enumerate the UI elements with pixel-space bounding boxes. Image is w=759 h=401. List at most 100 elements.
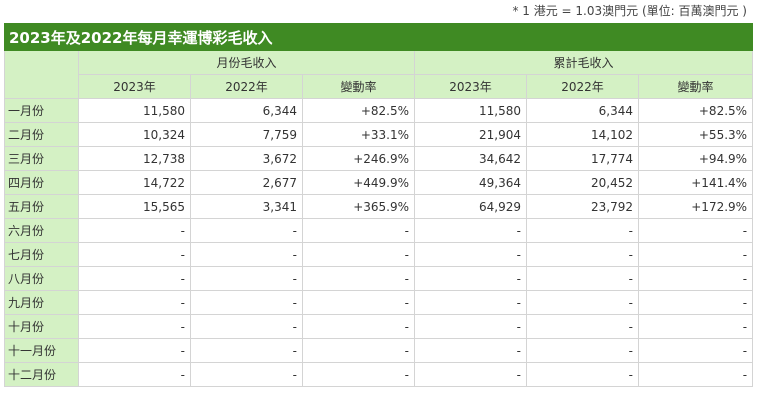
sub-header: 2022年	[526, 74, 639, 99]
table-row: 十月份 - - - - - -	[4, 314, 754, 339]
table-cell: -	[302, 290, 415, 315]
month-label: 十一月份	[4, 338, 79, 363]
table-cell: +82.5%	[302, 98, 415, 123]
table-cell: -	[637, 362, 754, 387]
table-cell: 6,344	[526, 98, 639, 123]
table-cell: -	[302, 314, 415, 339]
table-cell: -	[78, 242, 191, 267]
unit-note: * 1 港元 = 1.03澳門元 (單位: 百萬澳門元 )	[512, 4, 747, 18]
table-row: 八月份 - - - - - -	[4, 266, 754, 291]
table-cell: -	[302, 362, 415, 387]
table-cell: +141.4%	[637, 170, 754, 195]
table-row: 六月份 - - - - - -	[4, 218, 754, 243]
table-cell: 6,344	[190, 98, 303, 123]
table-cell: +172.9%	[637, 194, 754, 219]
table-cell: -	[526, 266, 639, 291]
table-cell: 14,102	[526, 122, 639, 147]
table-cell: -	[414, 290, 527, 315]
table-cell: +55.3%	[637, 122, 754, 147]
month-label: 九月份	[4, 290, 79, 315]
month-label: 四月份	[4, 170, 79, 195]
table-cell: +365.9%	[302, 194, 415, 219]
table-cell: -	[78, 314, 191, 339]
table-cell: -	[637, 242, 754, 267]
table-cell: 64,929	[414, 194, 527, 219]
revenue-table: 2023年及2022年每月幸運博彩毛收入 月份毛收入 累計毛收入 2023年 2…	[3, 23, 754, 387]
table-cell: -	[302, 266, 415, 291]
table-row: 九月份 - - - - - -	[4, 290, 754, 315]
table-cell: 3,341	[190, 194, 303, 219]
corner-cell	[4, 50, 79, 99]
table-cell: -	[78, 338, 191, 363]
table-cell: -	[526, 242, 639, 267]
table-cell: -	[78, 362, 191, 387]
table-cell: -	[190, 338, 303, 363]
table-cell: -	[526, 290, 639, 315]
month-label: 六月份	[4, 218, 79, 243]
table-cell: +449.9%	[302, 170, 415, 195]
month-label: 十月份	[4, 314, 79, 339]
table-cell: -	[414, 266, 527, 291]
sub-header: 2023年	[78, 74, 191, 99]
month-label: 二月份	[4, 122, 79, 147]
month-label: 一月份	[4, 98, 79, 123]
table-cell: 34,642	[414, 146, 527, 171]
table-row: 一月份 11,580 6,344 +82.5% 11,580 6,344 +82.5%	[4, 98, 754, 123]
table-row: 三月份 12,738 3,672 +246.9% 34,642 17,774 +94.9%	[4, 146, 754, 171]
table-cell: -	[637, 338, 754, 363]
table-cell: -	[637, 314, 754, 339]
table-cell: 14,722	[78, 170, 191, 195]
table-cell: -	[526, 338, 639, 363]
table-cell: +82.5%	[637, 98, 754, 123]
month-label: 五月份	[4, 194, 79, 219]
table-cell: -	[526, 314, 639, 339]
table-cell: -	[637, 266, 754, 291]
table-cell: 7,759	[190, 122, 303, 147]
table-cell: -	[190, 266, 303, 291]
month-label: 三月份	[4, 146, 79, 171]
table-cell: 2,677	[190, 170, 303, 195]
table-cell: 20,452	[526, 170, 639, 195]
sub-header: 2023年	[414, 74, 527, 99]
table-cell: 23,792	[526, 194, 639, 219]
sub-header: 2022年	[190, 74, 303, 99]
revenue-table-container: 2023年及2022年每月幸運博彩毛收入 月份毛收入 累計毛收入 2023年 2…	[3, 23, 754, 387]
table-row: 十二月份 - - - - - -	[4, 362, 754, 387]
table-cell: -	[526, 362, 639, 387]
table-cell: -	[302, 242, 415, 267]
table-cell: 15,565	[78, 194, 191, 219]
table-cell: 3,672	[190, 146, 303, 171]
table-cell: +33.1%	[302, 122, 415, 147]
table-cell: -	[190, 242, 303, 267]
table-row: 七月份 - - - - - -	[4, 242, 754, 267]
table-cell: 17,774	[526, 146, 639, 171]
table-cell: -	[78, 290, 191, 315]
table-row: 二月份 10,324 7,759 +33.1% 21,904 14,102 +55.3%	[4, 122, 754, 147]
table-cell: -	[637, 218, 754, 243]
table-cell: -	[414, 338, 527, 363]
table-cell: -	[302, 338, 415, 363]
table-cell: -	[78, 266, 191, 291]
group-header-monthly: 月份毛收入	[78, 50, 415, 75]
table-cell: 49,364	[414, 170, 527, 195]
table-cell: -	[414, 242, 527, 267]
table-cell: 11,580	[414, 98, 527, 123]
month-label: 七月份	[4, 242, 79, 267]
table-cell: -	[190, 290, 303, 315]
sub-header: 變動率	[637, 74, 754, 99]
sub-header: 變動率	[302, 74, 415, 99]
table-title: 2023年及2022年每月幸運博彩毛收入	[3, 23, 754, 51]
table-row: 十一月份 - - - - - -	[4, 338, 754, 363]
month-label: 十二月份	[4, 362, 79, 387]
table-cell: -	[302, 218, 415, 243]
table-cell: 21,904	[414, 122, 527, 147]
group-header-cumulative: 累計毛收入	[413, 50, 754, 75]
table-cell: -	[637, 290, 754, 315]
table-cell: -	[190, 314, 303, 339]
table-body: 一月份 11,580 6,344 +82.5% 11,580 6,344 +82.5% 二月份…	[4, 98, 754, 387]
table-cell: 10,324	[78, 122, 191, 147]
month-label: 八月份	[4, 266, 79, 291]
table-cell: -	[414, 218, 527, 243]
table-cell: +94.9%	[637, 146, 754, 171]
table-cell: +246.9%	[302, 146, 415, 171]
